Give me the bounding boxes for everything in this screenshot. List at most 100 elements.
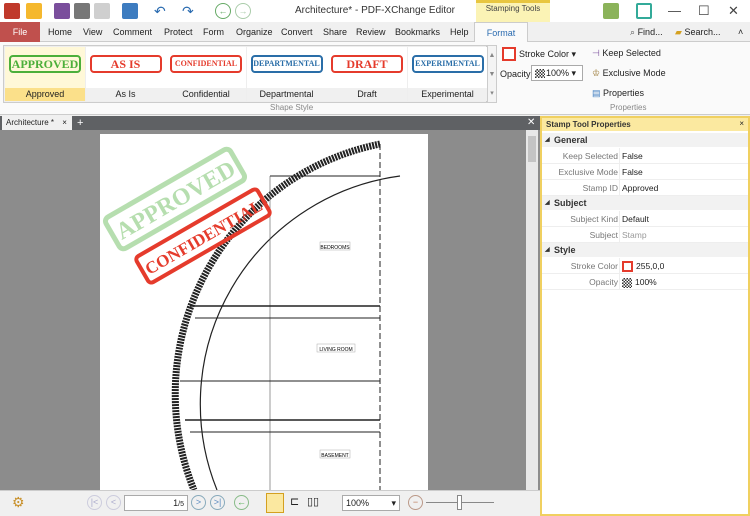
- tab-help[interactable]: Help: [450, 22, 469, 42]
- stamp-preview: CONFIDENTIAL: [170, 55, 242, 73]
- maximize-button[interactable]: ☐: [698, 3, 710, 19]
- panel-close-icon[interactable]: ×: [739, 119, 744, 128]
- tab-bookmarks[interactable]: Bookmarks: [395, 22, 440, 42]
- page-total: /5: [178, 501, 184, 508]
- exclusive-mode-label: Exclusive Mode: [602, 68, 666, 78]
- properties-button[interactable]: ▤ Properties: [592, 88, 644, 99]
- properties-icon: ▤: [592, 88, 601, 98]
- property-value[interactable]: Approved: [622, 180, 658, 196]
- tab-protect[interactable]: Protect: [164, 22, 193, 42]
- tab-form[interactable]: Form: [203, 22, 224, 42]
- property-name: Subject: [589, 230, 618, 240]
- stamp-label: Draft: [327, 88, 407, 101]
- property-name: Stamp ID: [582, 183, 618, 193]
- first-page-button[interactable]: |<: [87, 495, 102, 510]
- property-value[interactable]: 100%: [622, 274, 657, 290]
- property-row[interactable]: Subject Stamp: [542, 227, 748, 243]
- tab-comment[interactable]: Comment: [113, 22, 152, 42]
- stamp-preview: EXPERIMENTAL: [411, 55, 484, 73]
- tab-convert[interactable]: Convert: [281, 22, 313, 42]
- search-label: Search...: [684, 27, 721, 37]
- property-row[interactable]: Opacity 100%: [542, 274, 748, 290]
- stamp-as-is[interactable]: AS IS As Is: [85, 47, 166, 101]
- stroke-color-swatch[interactable]: [502, 47, 516, 61]
- stamp-preview: DRAFT: [331, 55, 403, 73]
- find-icon: ⌕: [630, 27, 636, 37]
- property-row[interactable]: Keep Selected False: [542, 148, 748, 164]
- property-name: Exclusive Mode: [558, 167, 618, 177]
- search-button[interactable]: ▰ Search...: [675, 22, 720, 42]
- stamp-departmental[interactable]: DEPARTMENTAL Departmental: [246, 47, 327, 101]
- section-style[interactable]: ◢ Style: [542, 243, 748, 257]
- single-page-view-icon[interactable]: [266, 493, 284, 513]
- next-page-button[interactable]: >: [191, 495, 206, 510]
- stamp-draft[interactable]: DRAFT Draft: [327, 47, 407, 101]
- tab-review[interactable]: Review: [356, 22, 386, 42]
- context-tab-label: Stamping Tools: [476, 0, 550, 22]
- close-tab-icon[interactable]: ×: [62, 118, 67, 127]
- stroke-color-button[interactable]: Stroke Color ▾: [519, 49, 576, 60]
- close-document-icon[interactable]: ✕: [527, 116, 535, 130]
- pin-icon: ⊣: [592, 48, 600, 58]
- property-row[interactable]: Stamp ID Approved: [542, 180, 748, 196]
- minimize-button[interactable]: —: [668, 3, 681, 18]
- pdf-page[interactable]: BEDROOMS LIVING ROOM BASEMENT APPROVED C…: [100, 134, 428, 490]
- find-button[interactable]: ⌕ Find...: [630, 22, 663, 42]
- stroke-color-swatch-icon: [622, 261, 633, 273]
- settings-gear-icon[interactable]: ⚙: [12, 494, 25, 510]
- fullscreen-icon[interactable]: [636, 3, 652, 19]
- property-value[interactable]: False: [622, 164, 643, 180]
- new-tab-icon[interactable]: +: [77, 116, 83, 130]
- zoom-dropdown[interactable]: 100% ▾: [342, 495, 400, 511]
- stamp-label: Approved: [5, 88, 85, 101]
- section-subject[interactable]: ◢ Subject: [542, 196, 748, 210]
- architectural-drawing: BEDROOMS LIVING ROOM BASEMENT APPROVED C…: [102, 140, 401, 490]
- find-label: Find...: [637, 27, 663, 37]
- property-value[interactable]: False: [622, 148, 643, 164]
- collapse-ribbon-icon[interactable]: ˄: [738, 22, 743, 42]
- keep-selected-button[interactable]: ⊣ Keep Selected: [592, 48, 661, 59]
- section-label: General: [554, 135, 588, 145]
- zoom-value: 100%: [346, 498, 370, 508]
- last-page-button[interactable]: >|: [210, 495, 225, 510]
- property-row[interactable]: Subject Kind Default: [542, 211, 748, 227]
- property-value[interactable]: Default: [622, 211, 649, 227]
- stamp-approved[interactable]: APPROVED Approved: [5, 47, 85, 101]
- tab-share[interactable]: Share: [323, 22, 347, 42]
- continuous-view-icon[interactable]: ⊏: [290, 495, 299, 509]
- tab-organize[interactable]: Organize: [236, 22, 273, 42]
- document-tab[interactable]: Architecture * ×: [2, 116, 72, 130]
- previous-view-button[interactable]: ←: [234, 495, 249, 510]
- property-value[interactable]: Stamp: [622, 227, 647, 243]
- gallery-scroll[interactable]: ▲ ▼ ▾: [487, 45, 497, 103]
- close-button[interactable]: ✕: [728, 3, 739, 19]
- tab-view[interactable]: View: [83, 22, 102, 42]
- group-properties: Properties: [610, 103, 647, 112]
- room-label-bedrooms: BEDROOMS: [320, 245, 350, 251]
- property-row[interactable]: Stroke Color 255,0,0: [542, 258, 748, 274]
- stamp-confidential[interactable]: CONFIDENTIAL Confidential: [166, 47, 246, 101]
- stamp-experimental[interactable]: EXPERIMENTAL Experimental: [407, 47, 488, 101]
- previous-page-button[interactable]: <: [106, 495, 121, 510]
- property-value[interactable]: 255,0,0: [622, 258, 664, 274]
- exclusive-mode-button[interactable]: ♔ Exclusive Mode: [592, 68, 666, 79]
- zoom-out-button[interactable]: −: [408, 495, 423, 510]
- tab-home[interactable]: Home: [48, 22, 72, 42]
- stamp-preview: DEPARTMENTAL: [250, 55, 323, 73]
- tab-file[interactable]: File: [0, 22, 40, 42]
- zoom-slider-thumb[interactable]: [457, 495, 462, 510]
- ui-options-icon[interactable]: [603, 3, 619, 19]
- room-label-living-room: LIVING ROOM: [319, 347, 352, 353]
- page-number-input[interactable]: 1/5: [124, 495, 188, 511]
- property-name: Stroke Color: [570, 261, 618, 271]
- two-page-view-icon[interactable]: ▯▯: [307, 495, 319, 509]
- stamp-label: As Is: [85, 88, 166, 101]
- scroll-thumb[interactable]: [528, 136, 536, 162]
- stamp-label: Departmental: [246, 88, 327, 101]
- tab-format[interactable]: Format: [474, 22, 528, 43]
- vertical-scrollbar[interactable]: [526, 130, 538, 490]
- crown-icon: ♔: [592, 68, 601, 78]
- section-label: Subject: [554, 198, 587, 208]
- property-row[interactable]: Exclusive Mode False: [542, 164, 748, 180]
- section-general[interactable]: ◢ General: [542, 133, 748, 147]
